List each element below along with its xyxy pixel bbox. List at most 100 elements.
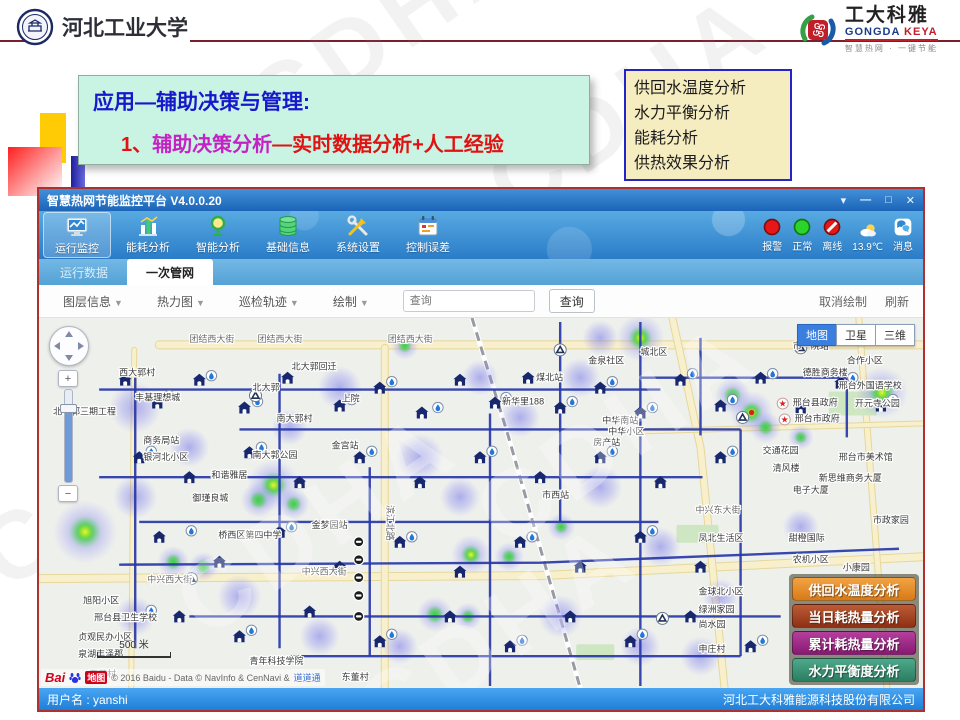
statusbar-username: 用户名 : yanshi <box>47 691 128 708</box>
pan-right-icon[interactable] <box>78 342 84 350</box>
tab-1[interactable]: 一次管网 <box>127 259 213 285</box>
search-button[interactable]: 查询 <box>549 289 595 313</box>
minimize-button[interactable]: — <box>860 194 871 207</box>
zoom-in-button[interactable]: + <box>58 370 78 387</box>
zoom-slider-track[interactable] <box>64 389 73 483</box>
pan-up-icon[interactable] <box>65 331 73 337</box>
university-name: 河北工业大学 <box>62 12 188 42</box>
map-view-地图[interactable]: 地图 <box>797 324 837 346</box>
svg-text:G: G <box>818 29 824 38</box>
alarm-dot <box>762 217 782 237</box>
pan-down-icon[interactable] <box>65 355 73 361</box>
nav-items: 运行监控能耗分析智能分析基础信息 系统设置 控制误差 <box>43 212 465 258</box>
dropdown-绘制[interactable]: 绘制▼ <box>333 293 369 310</box>
heatmap-layer <box>53 318 908 676</box>
svg-text:城北区: 城北区 <box>640 347 667 357</box>
app-window: 智慧热网节能监控平台 V4.0.0.20 ▾ — □ ✕ 运行监控能耗分析智能分析基础… <box>37 187 925 712</box>
filter-right-actions: 取消绘制 刷新 <box>819 293 909 310</box>
svg-text:丰基理想城: 丰基理想城 <box>135 392 180 403</box>
company-mark-icon: G G G G <box>798 10 838 50</box>
nav-item-database[interactable]: 基础信息 <box>255 212 321 256</box>
svg-text:新华里188: 新华里188 <box>502 396 544 407</box>
weather-icon <box>858 221 878 241</box>
zoom-slider-handle[interactable] <box>60 404 77 413</box>
nav-item-monitor[interactable]: 运行监控 <box>43 212 111 258</box>
slide-title-line1: 应用—辅助决策与管理: <box>93 86 589 116</box>
svg-text:邢台市美术馆: 邢台市美术馆 <box>839 451 893 462</box>
attribution-link[interactable]: 道道通 <box>294 671 321 684</box>
baidu-map-badge: 地图 <box>85 671 107 684</box>
tools-icon <box>346 214 370 238</box>
nav-item-label: 运行监控 <box>55 240 99 256</box>
map-view-三维[interactable]: 三维 <box>875 324 915 346</box>
company-tagline: 智慧热网 · 一键节能 <box>845 43 938 54</box>
status-label: 消息 <box>893 238 913 253</box>
map-view-卫星[interactable]: 卫星 <box>836 324 876 346</box>
svg-text:合作小区: 合作小区 <box>847 355 883 366</box>
status-message-icon[interactable]: 消息 <box>893 217 913 253</box>
close-button[interactable]: ✕ <box>906 194 915 207</box>
svg-text:金宫站: 金宫站 <box>332 439 359 450</box>
analysis-button[interactable]: 当日耗热量分析 <box>792 604 916 628</box>
action-取消绘制[interactable]: 取消绘制 <box>819 293 867 310</box>
svg-text:中华南站: 中华南站 <box>602 414 638 425</box>
nav-item-calendar[interactable]: 控制误差 <box>395 212 461 256</box>
status-alarm-dot[interactable]: 报警 <box>762 217 782 253</box>
analysis-button[interactable]: 供回水温度分析 <box>792 577 916 601</box>
map-attribution: Bai 地图 © 2016 Baidu - Data © NavInfo & C… <box>41 669 325 686</box>
analysis-list-item: 供回水温度分析 <box>634 76 790 101</box>
svg-text:农机小区: 农机小区 <box>793 554 829 565</box>
svg-text:商务局站: 商务局站 <box>143 434 179 445</box>
offline-dot <box>822 217 842 237</box>
status-weather-icon[interactable]: 13.9℃ <box>852 221 883 253</box>
svg-text:北大郭回迁: 北大郭回迁 <box>292 361 337 372</box>
svg-text:东董村: 东董村 <box>342 671 369 682</box>
svg-text:市政家园: 市政家园 <box>873 514 909 525</box>
svg-text:金泉社区: 金泉社区 <box>588 355 624 366</box>
nav-item-label: 控制误差 <box>406 239 450 255</box>
university-seal-logo <box>16 8 54 46</box>
svg-text:团结西大街: 团结西大街 <box>257 333 302 344</box>
action-刷新[interactable]: 刷新 <box>885 293 909 310</box>
nav-item-label: 基础信息 <box>266 239 310 255</box>
analysis-list-item: 能耗分析 <box>634 126 790 151</box>
baidu-paw-icon <box>69 672 81 684</box>
nav-item-tools[interactable]: 系统设置 <box>325 212 391 256</box>
svg-text:市西站: 市西站 <box>542 489 569 500</box>
window-menu-button[interactable]: ▾ <box>841 194 847 207</box>
analysis-button-stack: 供回水温度分析当日耗热量分析累计耗热量分析水力平衡度分析 <box>789 574 919 685</box>
status-label: 报警 <box>762 238 782 253</box>
analysis-button[interactable]: 累计耗热量分析 <box>792 631 916 655</box>
dropdown-巡检轨迹[interactable]: 巡检轨迹▼ <box>239 293 299 310</box>
nav-item-barchart[interactable]: 能耗分析 <box>115 212 181 256</box>
nav-item-magnifier[interactable]: 智能分析 <box>185 212 251 256</box>
svg-text:开元寺公园: 开元寺公园 <box>855 399 900 409</box>
svg-text:电子大厦: 电子大厦 <box>793 484 829 495</box>
app-title: 智慧热网节能监控平台 V4.0.0.20 <box>47 192 222 209</box>
app-titlebar: 智慧热网节能监控平台 V4.0.0.20 ▾ — □ ✕ <box>39 189 923 211</box>
svg-text:申庄村: 申庄村 <box>698 643 725 654</box>
zoom-out-button[interactable]: − <box>58 485 78 502</box>
status-label: 13.9℃ <box>852 242 883 253</box>
status-normal-dot[interactable]: 正常 <box>792 217 812 253</box>
baidu-logo[interactable]: Bai <box>45 670 65 685</box>
tab-0[interactable]: 运行数据 <box>41 259 127 285</box>
company-logo: G G G G 工大科雅 GONGDA KEYA 智慧热网 · 一键节能 <box>798 6 938 54</box>
dropdown-图层信息[interactable]: 图层信息▼ <box>63 293 123 310</box>
svg-text:新思维商务大厦: 新思维商务大厦 <box>819 472 882 483</box>
svg-text:绿洲家园: 绿洲家园 <box>698 603 734 614</box>
map-view-buttons: 地图卫星三维 <box>798 324 915 346</box>
status-offline-dot[interactable]: 离线 <box>822 217 842 253</box>
pan-left-icon[interactable] <box>54 342 60 350</box>
analysis-button[interactable]: 水力平衡度分析 <box>792 658 916 682</box>
svg-text:团结西大街: 团结西大街 <box>388 333 433 344</box>
search-input[interactable] <box>403 290 535 312</box>
dropdown-热力图[interactable]: 热力图▼ <box>157 293 205 310</box>
analysis-list-item: 供热效果分析 <box>634 151 790 176</box>
company-name-en: GONGDA KEYA <box>845 26 938 38</box>
svg-text:中兴西大街: 中兴西大街 <box>302 566 347 577</box>
nav-item-label: 系统设置 <box>336 239 380 255</box>
maximize-button[interactable]: □ <box>885 194 892 207</box>
map-canvas[interactable]: ★团结西大街团结西大街团结西大街中兴西大街中兴西大街中兴东大街滨江北路西大郭村北… <box>39 318 923 688</box>
map-pan-control[interactable] <box>49 326 89 366</box>
